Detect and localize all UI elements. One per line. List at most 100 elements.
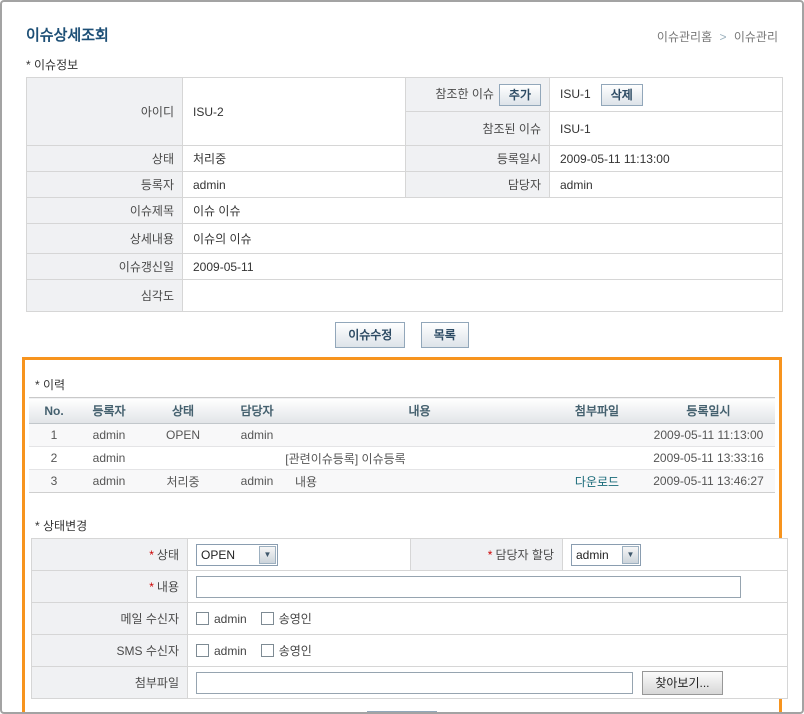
severity-label: 심각도 xyxy=(27,280,183,312)
assignee-select[interactable]: admin ▼ xyxy=(571,544,641,566)
table-row: 심각도 xyxy=(27,280,783,312)
registrant-value: admin xyxy=(183,172,406,198)
breadcrumb-home[interactable]: 이슈관리홈 xyxy=(657,30,712,44)
form-status-label: 상태 xyxy=(157,548,179,562)
history-registrant: admin xyxy=(79,447,139,470)
status-change-section-label: * 상태변경 xyxy=(35,517,775,534)
status-select[interactable]: OPEN ▼ xyxy=(196,544,278,566)
history-date: 2009-05-11 13:33:16 xyxy=(642,447,775,470)
table-row: 이슈갱신일 2009-05-11 xyxy=(27,254,783,280)
history-status: 처리중 xyxy=(139,470,227,493)
ref-issue-label: 참조한 이슈 xyxy=(435,87,494,101)
history-registrant: admin xyxy=(79,424,139,447)
issue-title-label: 이슈제목 xyxy=(27,198,183,224)
assignee-select-value: admin xyxy=(572,548,609,562)
assignee-value: admin xyxy=(550,172,783,198)
form-status-field: OPEN ▼ xyxy=(188,539,411,571)
page-header: 이슈상세조회 이슈관리홈 > 이슈관리 xyxy=(2,2,802,45)
history-no: 2 xyxy=(29,447,79,470)
form-assignee-field: admin ▼ xyxy=(563,539,788,571)
history-no: 3 xyxy=(29,470,79,493)
browse-button[interactable]: 찾아보기... xyxy=(642,671,722,695)
col-attachment: 첨부파일 xyxy=(552,398,642,424)
col-date: 등록일시 xyxy=(642,398,775,424)
issue-info-section-label: * 이슈정보 xyxy=(26,56,802,73)
ref-issue-label-cell: 참조한 이슈 추가 xyxy=(406,78,550,112)
attachment-field: 찾아보기... xyxy=(188,667,788,699)
referenced-by-value: ISU-1 xyxy=(550,112,783,146)
history-content: 내용 xyxy=(287,470,552,493)
table-row: 2 admin [관련이슈등록] 이슈등록 2009-05-11 13:33:1… xyxy=(29,447,775,470)
history-no: 1 xyxy=(29,424,79,447)
detail-label: 상세내용 xyxy=(27,224,183,254)
attachment-label: 첨부파일 xyxy=(32,667,188,699)
mail-recipient-field: admin 송영인 xyxy=(188,603,788,635)
required-mark: * xyxy=(149,548,154,562)
breadcrumb-separator: > xyxy=(719,30,726,44)
ref-issue-value: ISU-1 xyxy=(560,87,591,101)
issue-info-table: 아이디 ISU-2 참조한 이슈 추가 ISU-1 삭제 참조된 이슈 ISU-1 … xyxy=(26,77,783,312)
sms-recipient-field: admin송영인 xyxy=(188,635,788,667)
history-status-panel: * 이력 No. 등록자 상태 담당자 내용 첨부파일 등록일시 1 admin xyxy=(22,357,782,714)
severity-value xyxy=(183,280,783,312)
status-label: 상태 xyxy=(27,146,183,172)
breadcrumb-current[interactable]: 이슈관리 xyxy=(734,30,778,44)
chevron-down-icon: ▼ xyxy=(622,546,639,564)
history-content xyxy=(287,424,552,447)
history-table: No. 등록자 상태 담당자 내용 첨부파일 등록일시 1 admin OPEN… xyxy=(29,397,775,493)
add-ref-issue-button[interactable]: 추가 xyxy=(499,84,541,106)
sms-recipient-checkbox-admin[interactable] xyxy=(196,644,209,657)
chevron-down-icon: ▼ xyxy=(259,546,276,564)
mail-recipient-option: 송영인 xyxy=(279,612,312,626)
table-row: 상태 처리중 등록일시 2009-05-11 11:13:00 xyxy=(27,146,783,172)
col-no: No. xyxy=(29,398,79,424)
sms-recipient-label: SMS 수신자 xyxy=(32,635,188,667)
sms-recipient-checkbox-user2[interactable] xyxy=(261,644,274,657)
form-status-label-cell: *상태 xyxy=(32,539,188,571)
status-value: 처리중 xyxy=(183,146,406,172)
update-date-label: 이슈갱신일 xyxy=(27,254,183,280)
mail-recipient-option: admin xyxy=(214,612,247,626)
col-registrant: 등록자 xyxy=(79,398,139,424)
breadcrumb: 이슈관리홈 > 이슈관리 xyxy=(657,28,778,45)
table-row: 1 admin OPEN admin 2009-05-11 11:13:00 xyxy=(29,424,775,447)
status-select-value: OPEN xyxy=(197,548,235,562)
registrant-label: 등록자 xyxy=(27,172,183,198)
history-header-row: No. 등록자 상태 담당자 내용 첨부파일 등록일시 xyxy=(29,398,775,424)
col-status: 상태 xyxy=(139,398,227,424)
table-row: 아이디 ISU-2 참조한 이슈추가 ISU-1삭제 xyxy=(27,78,783,112)
issue-actions: 이슈수정 목록 xyxy=(2,322,802,348)
history-assignee: admin xyxy=(227,424,287,447)
attachment-file-input[interactable] xyxy=(196,672,633,694)
edit-issue-button[interactable]: 이슈수정 xyxy=(335,322,405,348)
mail-recipient-checkbox-user2[interactable] xyxy=(261,612,274,625)
list-button[interactable]: 목록 xyxy=(421,322,469,348)
content-input[interactable] xyxy=(196,576,741,598)
mail-recipient-checkbox-admin[interactable] xyxy=(196,612,209,625)
reg-date-value: 2009-05-11 11:13:00 xyxy=(550,146,783,172)
table-row: 이슈제목 이슈 이슈 xyxy=(27,198,783,224)
form-assignee-label: 담당자 할당 xyxy=(495,548,554,562)
table-row: *상태 OPEN ▼ *담당자 할당 admin ▼ xyxy=(32,539,788,571)
sms-recipient-option: admin xyxy=(214,644,247,658)
status-change-form: *상태 OPEN ▼ *담당자 할당 admin ▼ xyxy=(31,538,788,699)
table-row: 첨부파일 찾아보기... xyxy=(32,667,788,699)
id-label: 아이디 xyxy=(27,78,183,146)
mail-recipient-label: 메일 수신자 xyxy=(32,603,188,635)
delete-ref-issue-button[interactable]: 삭제 xyxy=(601,84,643,106)
history-status: OPEN xyxy=(139,424,227,447)
ref-issue-value-cell: ISU-1 삭제 xyxy=(550,78,783,112)
col-content: 내용 xyxy=(287,398,552,424)
table-row: SMS 수신자 admin송영인 xyxy=(32,635,788,667)
table-row: *내용 xyxy=(32,571,788,603)
history-assignee: admin xyxy=(227,470,287,493)
referenced-by-label: 참조된 이슈 xyxy=(406,112,550,146)
id-value: ISU-2 xyxy=(183,78,406,146)
table-row: 상세내용 이슈의 이슈 xyxy=(27,224,783,254)
history-attachment xyxy=(552,447,642,470)
table-row: 3 admin 처리중 admin 내용 다운로드 2009-05-11 13:… xyxy=(29,470,775,493)
download-link[interactable]: 다운로드 xyxy=(552,470,642,493)
required-mark: * xyxy=(149,580,154,594)
update-date-value: 2009-05-11 xyxy=(183,254,783,280)
required-mark: * xyxy=(488,548,493,562)
